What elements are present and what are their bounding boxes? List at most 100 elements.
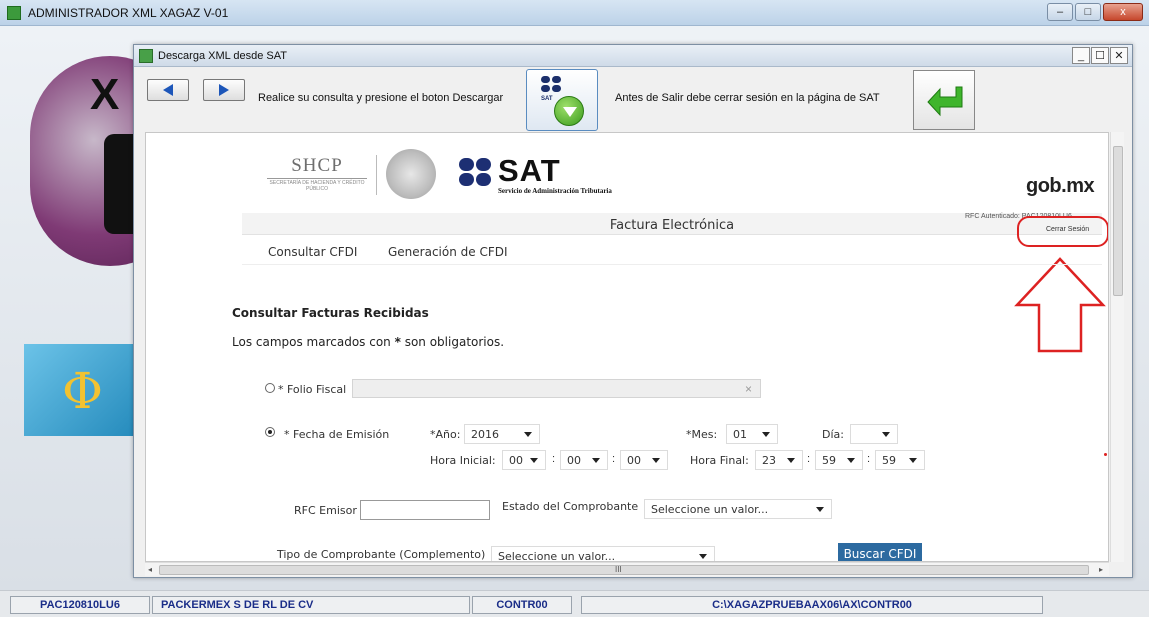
- app-title: ADMINISTRADOR XML XAGAZ V-01: [28, 6, 229, 20]
- return-arrow-icon: [927, 86, 963, 117]
- exit-button[interactable]: [913, 70, 975, 130]
- vertical-scroll-thumb[interactable]: [1113, 146, 1123, 296]
- dia-select[interactable]: [850, 424, 898, 444]
- chevron-down-icon: [847, 458, 855, 463]
- required-note: Los campos marcados con * son obligatori…: [232, 335, 504, 349]
- status-bar: PAC120810LU6 PACKERMEX S DE RL DE CV CON…: [0, 590, 1149, 617]
- hora-final-ss: 59: [882, 454, 896, 467]
- hora-final-hh-select[interactable]: 23: [755, 450, 803, 470]
- download-arrow-icon: [554, 96, 584, 126]
- dialog-close-button[interactable]: ✕: [1110, 47, 1128, 64]
- instruction-text: Realice su consulta y presione el boton …: [258, 92, 504, 104]
- dialog-title: Descarga XML desde SAT: [158, 50, 288, 62]
- logout-note: Antes de Salir debe cerrar sesión en la …: [615, 92, 880, 104]
- app-minimize-button[interactable]: –: [1047, 3, 1073, 21]
- shcp-logo: SHCP SECRETARÍA DE HACIENDA Y CRÉDITO PÚ…: [261, 155, 373, 192]
- phi-symbol-icon: Φ: [62, 362, 103, 420]
- chevron-down-icon: [909, 458, 917, 463]
- sat-logo-icon: [541, 76, 565, 96]
- shcp-logo-text: SHCP: [291, 155, 343, 176]
- clear-icon[interactable]: ×: [745, 382, 752, 396]
- estado-value: Seleccione un valor...: [651, 503, 769, 516]
- fecha-emision-radio[interactable]: [265, 427, 275, 437]
- status-company: PACKERMEX S DE RL DE CV: [152, 596, 470, 614]
- forward-button[interactable]: [203, 79, 245, 101]
- folio-fiscal-input[interactable]: ×: [352, 379, 761, 398]
- hora-inicial-ss-select[interactable]: 00: [620, 450, 668, 470]
- tipo-select[interactable]: Seleccione un valor...: [491, 546, 715, 562]
- sat-web-view: SHCP SECRETARÍA DE HACIENDA Y CRÉDITO PÚ…: [145, 132, 1109, 562]
- chevron-down-icon: [787, 458, 795, 463]
- annotation-up-arrow-icon: [1014, 257, 1106, 353]
- anio-select[interactable]: 2016: [464, 424, 540, 444]
- buscar-cfdi-button[interactable]: Buscar CFDI: [838, 543, 922, 561]
- scroll-grip: III: [615, 565, 622, 574]
- back-button[interactable]: [147, 79, 189, 101]
- scroll-left-icon[interactable]: ◂: [148, 565, 152, 574]
- app-icon: [7, 6, 21, 20]
- status-rfc: PAC120810LU6: [10, 596, 150, 614]
- rfc-emisor-label: RFC Emisor: [294, 504, 357, 517]
- hora-inicial-hh-select[interactable]: 00: [502, 450, 546, 470]
- arrow-right-icon: [219, 84, 229, 96]
- hora-inicial-mm: 00: [567, 454, 581, 467]
- annotation-circle: [1017, 216, 1108, 247]
- hora-inicial-label: Hora Inicial:: [430, 454, 496, 467]
- download-button[interactable]: SAT: [526, 69, 598, 131]
- annotation-dot: [1104, 453, 1107, 456]
- menu-consultar-cfdi[interactable]: Consultar CFDI: [268, 245, 357, 259]
- download-sat-label: SAT: [541, 96, 553, 102]
- gob-mx-logo[interactable]: gob.mx: [1026, 175, 1095, 198]
- app-close-button[interactable]: x: [1103, 3, 1143, 21]
- tipo-label: Tipo de Comprobante (Complemento): [277, 548, 486, 561]
- dia-label: Día:: [822, 428, 844, 441]
- tipo-value: Seleccione un valor...: [498, 550, 616, 562]
- download-dialog: Descarga XML desde SAT _ ☐ ✕ Realice su …: [133, 44, 1133, 578]
- estado-label: Estado del Comprobante: [502, 500, 639, 513]
- dialog-icon: [139, 49, 153, 63]
- anio-label: *Año:: [430, 428, 461, 441]
- hora-final-mm-select[interactable]: 59: [815, 450, 863, 470]
- estado-select[interactable]: Seleccione un valor...: [644, 499, 832, 519]
- time-separator: :: [867, 453, 871, 465]
- anio-value: 2016: [471, 428, 499, 441]
- hora-final-ss-select[interactable]: 59: [875, 450, 925, 470]
- required-note-prefix: Los campos marcados con: [232, 335, 395, 349]
- horizontal-scrollbar[interactable]: ◂ III ▸: [145, 562, 1109, 576]
- dialog-window-controls: _ ☐ ✕: [1072, 47, 1128, 64]
- time-separator: :: [807, 453, 811, 465]
- chevron-down-icon: [699, 554, 707, 559]
- sat-logo-text: SAT: [498, 153, 561, 188]
- hora-final-mm: 59: [822, 454, 836, 467]
- hora-final-hh: 23: [762, 454, 776, 467]
- logo-divider: [376, 155, 377, 195]
- status-user: CONTR00: [472, 596, 572, 614]
- folio-fiscal-radio[interactable]: [265, 383, 275, 393]
- vertical-scrollbar[interactable]: [1110, 132, 1124, 562]
- mes-value: 01: [733, 428, 747, 441]
- chevron-down-icon: [524, 432, 532, 437]
- fecha-emision-label: * Fecha de Emisión: [284, 428, 390, 441]
- arrow-left-icon: [163, 84, 173, 96]
- mes-label: *Mes:: [686, 428, 718, 441]
- shcp-subtitle: SECRETARÍA DE HACIENDA Y CRÉDITO PÚBLICO: [269, 180, 365, 192]
- app-titlebar: ADMINISTRADOR XML XAGAZ V-01 – □ x: [0, 0, 1149, 26]
- rfc-emisor-input[interactable]: [360, 500, 490, 520]
- hora-inicial-mm-select[interactable]: 00: [560, 450, 608, 470]
- time-separator: :: [612, 453, 616, 465]
- status-path: C:\XAGAZPRUEBAAX06\AX\CONTR00: [581, 596, 1043, 614]
- xml-logo-letter-icon: X: [90, 70, 120, 119]
- app-window-controls: – □ x: [1047, 3, 1143, 21]
- menu-divider: [242, 264, 1102, 265]
- required-note-suffix: son obligatorios.: [400, 335, 505, 349]
- section-title: Factura Electrónica: [609, 218, 735, 233]
- menu-generacion-cfdi[interactable]: Generación de CFDI: [388, 245, 508, 259]
- scroll-right-icon[interactable]: ▸: [1099, 565, 1103, 574]
- app-maximize-button[interactable]: □: [1075, 3, 1101, 21]
- dialog-minimize-button[interactable]: _: [1072, 47, 1090, 64]
- horizontal-scroll-thumb[interactable]: [159, 565, 1089, 575]
- mes-select[interactable]: 01: [726, 424, 778, 444]
- hora-inicial-hh: 00: [509, 454, 523, 467]
- dialog-maximize-button[interactable]: ☐: [1091, 47, 1109, 64]
- time-separator: :: [552, 453, 556, 465]
